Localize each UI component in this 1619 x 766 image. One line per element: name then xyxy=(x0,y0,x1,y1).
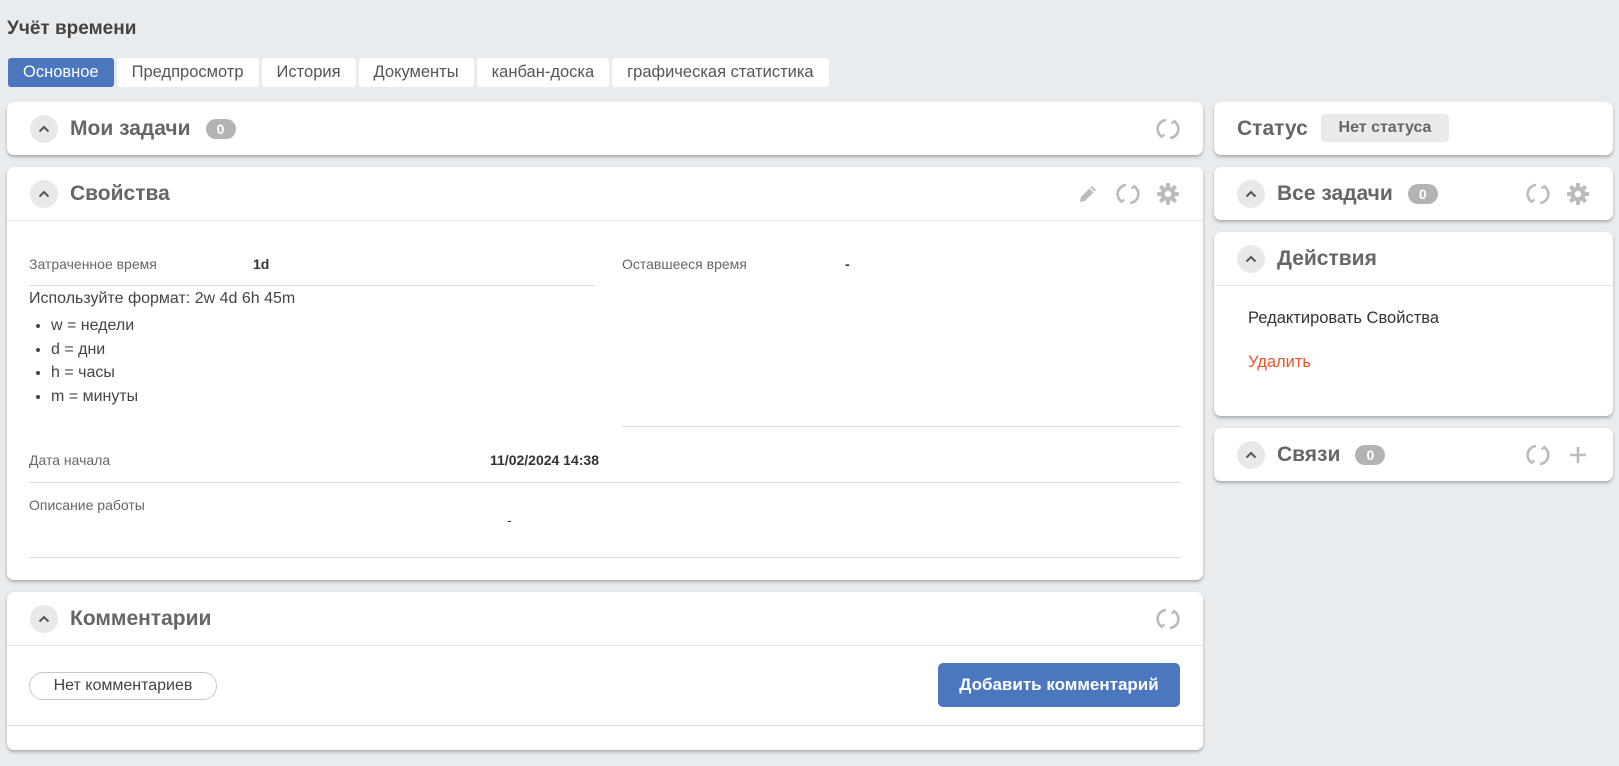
comments-title: Комментарии xyxy=(70,606,212,630)
add-comment-button[interactable]: Добавить комментарий xyxy=(938,663,1180,707)
chevron-up-icon xyxy=(1245,451,1257,458)
start-date-value[interactable]: 11/02/2024 14:38 xyxy=(490,452,599,468)
no-comments-badge: Нет комментариев xyxy=(29,672,217,700)
all-tasks-panel: Все задачи 0 xyxy=(1214,167,1613,220)
status-panel: Статус Нет статуса xyxy=(1214,102,1613,155)
divider xyxy=(29,482,1181,483)
spent-time-value[interactable]: 1d xyxy=(253,256,269,272)
spent-time-label: Затраченное время xyxy=(29,256,157,272)
format-list: w = недели d = дни h = часы m = минуты xyxy=(29,314,589,408)
work-description-value[interactable]: - xyxy=(507,512,512,528)
plus-icon[interactable] xyxy=(1565,442,1591,468)
format-item: w = недели xyxy=(51,314,589,338)
remaining-time-value[interactable]: - xyxy=(845,256,850,272)
refresh-icon[interactable] xyxy=(1155,116,1181,142)
format-hint: Используйте формат: 2w 4d 6h 45m xyxy=(29,290,296,307)
collapse-button[interactable] xyxy=(30,114,58,143)
format-item: h = часы xyxy=(51,361,589,385)
delete-link[interactable]: Удалить xyxy=(1248,353,1311,372)
edit-properties-link[interactable]: Редактировать Свойства xyxy=(1248,309,1439,328)
divider xyxy=(622,426,1181,427)
refresh-icon[interactable] xyxy=(1115,181,1141,207)
collapse-button[interactable] xyxy=(30,179,58,208)
collapse-button[interactable] xyxy=(30,604,58,633)
properties-title: Свойства xyxy=(70,181,170,205)
refresh-icon[interactable] xyxy=(1155,606,1181,632)
page-title: Учёт времени xyxy=(7,18,137,39)
chevron-up-icon xyxy=(38,125,50,132)
chevron-up-icon xyxy=(38,615,50,622)
my-tasks-title: Мои задачи xyxy=(70,116,191,140)
links-title: Связи xyxy=(1277,442,1341,466)
tab-kanban[interactable]: канбан-доска xyxy=(476,58,610,87)
chevron-up-icon xyxy=(1245,255,1257,262)
my-tasks-panel: Мои задачи 0 xyxy=(7,102,1203,155)
comments-panel: Комментарии Нет комментариев Добавить ко… xyxy=(7,592,1203,750)
actions-title: Действия xyxy=(1277,246,1377,270)
gear-icon[interactable] xyxy=(1565,181,1591,207)
tab-preview[interactable]: Предпросмотр xyxy=(116,58,259,87)
divider xyxy=(7,725,1203,726)
collapse-button[interactable] xyxy=(1237,440,1265,469)
divider xyxy=(29,285,595,286)
work-description-label: Описание работы xyxy=(29,497,145,513)
format-item: m = минуты xyxy=(51,385,589,409)
gear-icon[interactable] xyxy=(1155,181,1181,207)
collapse-button[interactable] xyxy=(1237,179,1265,208)
chevron-up-icon xyxy=(38,190,50,197)
start-date-label: Дата начала xyxy=(29,452,111,468)
tab-graph-stats[interactable]: графическая статистика xyxy=(612,58,829,87)
all-tasks-count-badge: 0 xyxy=(1407,183,1438,204)
links-panel: Связи 0 xyxy=(1214,428,1613,481)
status-label: Статус xyxy=(1237,117,1308,140)
links-count-badge: 0 xyxy=(1355,444,1386,465)
divider xyxy=(29,557,1181,558)
actions-panel: Действия Редактировать Свойства Удалить xyxy=(1214,232,1613,416)
tab-documents[interactable]: Документы xyxy=(358,58,474,87)
tab-main[interactable]: Основное xyxy=(8,58,114,87)
tab-history[interactable]: История xyxy=(261,58,356,87)
remaining-time-label: Оставшееся время xyxy=(622,256,747,272)
all-tasks-title: Все задачи xyxy=(1277,181,1393,205)
tab-bar: Основное Предпросмотр История Документы … xyxy=(8,58,829,87)
format-item: d = дни xyxy=(51,338,589,362)
refresh-icon[interactable] xyxy=(1525,442,1551,468)
my-tasks-count-badge: 0 xyxy=(205,118,236,139)
status-value-chip[interactable]: Нет статуса xyxy=(1321,114,1449,142)
properties-panel: Свойства Затраченное время 1d Используйт… xyxy=(7,167,1203,580)
collapse-button[interactable] xyxy=(1237,244,1265,273)
refresh-icon[interactable] xyxy=(1525,181,1551,207)
edit-icon[interactable] xyxy=(1075,181,1101,207)
chevron-up-icon xyxy=(1245,190,1257,197)
format-help: Используйте формат: 2w 4d 6h 45m w = нед… xyxy=(29,290,589,408)
